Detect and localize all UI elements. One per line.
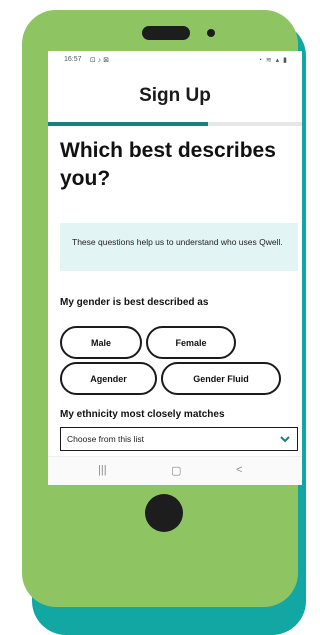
home-nav-icon[interactable]: ▢	[171, 464, 181, 477]
home-button[interactable]	[145, 494, 183, 532]
back-icon[interactable]: <	[236, 464, 242, 476]
ethnicity-select-value: Choose from this list	[67, 434, 144, 444]
front-camera	[207, 29, 215, 37]
speaker-grille	[142, 26, 190, 40]
ethnicity-label: My ethnicity most closely matches	[60, 409, 225, 420]
progress-fill	[48, 122, 209, 126]
ethnicity-select[interactable]: Choose from this list	[60, 427, 298, 451]
gender-option-agender[interactable]: Agender	[60, 362, 157, 395]
status-time: 16:57	[64, 56, 82, 63]
info-text: These questions help us to understand wh…	[72, 237, 283, 247]
info-box: These questions help us to understand wh…	[60, 223, 298, 271]
gender-option-female[interactable]: Female	[146, 326, 236, 359]
gender-option-male[interactable]: Male	[60, 326, 142, 359]
notification-icons: ⊡ ♪ ⊠	[90, 57, 110, 64]
question-heading: Which best describes you?	[60, 139, 276, 190]
recent-apps-icon[interactable]: |||	[98, 464, 107, 476]
status-bar: 16:57 ⊡ ♪ ⊠ ◔ ≋ ▴ ▮	[48, 51, 302, 69]
phone-screen: 16:57 ⊡ ♪ ⊠ ◔ ≋ ▴ ▮ Sign Up Which best d…	[48, 51, 302, 474]
gender-label: My gender is best described as	[60, 297, 209, 308]
gender-option-gender-fluid[interactable]: Gender Fluid	[161, 362, 281, 395]
progress-bar	[48, 122, 302, 126]
page-title: Sign Up	[139, 85, 211, 106]
status-icons: ◔ ≋ ▴ ▮	[257, 57, 288, 64]
chevron-down-icon	[280, 436, 290, 443]
android-nav-bar: ||| ▢ <	[48, 456, 302, 485]
